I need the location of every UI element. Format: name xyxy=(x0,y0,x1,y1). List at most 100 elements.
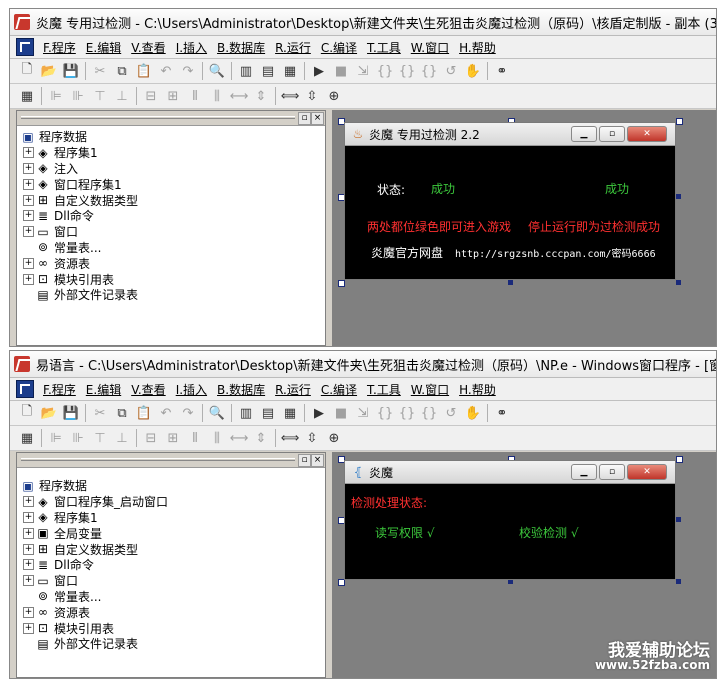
binoculars-icon[interactable]: ⚭ xyxy=(494,405,510,421)
grid-icon[interactable]: ▦ xyxy=(19,88,35,104)
maximize-button[interactable]: ▫ xyxy=(599,464,625,480)
tree-expander[interactable]: + xyxy=(23,273,34,285)
tree-expander[interactable]: + xyxy=(23,178,34,190)
tree-node[interactable]: + ◈ 程序集1 xyxy=(21,145,325,161)
maximize-button[interactable]: ▫ xyxy=(599,126,625,142)
form-title-bar[interactable]: ♨ 炎魔 专用过检测 2.2 ▁ ▫ ✕ xyxy=(345,123,675,146)
new-file-icon[interactable]: 🗋 xyxy=(19,404,35,421)
tree-expander[interactable]: + xyxy=(23,210,34,222)
menu-insert[interactable]: I.插入 xyxy=(171,381,212,398)
layout3-icon[interactable]: ▦ xyxy=(282,405,298,421)
tree-node[interactable]: + ◈ 程序集1 xyxy=(21,510,325,526)
pane-close-icon[interactable]: × xyxy=(311,112,324,125)
tree-node[interactable]: + ▣ 全局变量 xyxy=(21,525,325,541)
same-width-icon[interactable]: ⫴ xyxy=(187,430,203,446)
menu-run[interactable]: R.运行 xyxy=(270,381,316,398)
align-left-icon[interactable]: ⊫ xyxy=(48,88,64,104)
menu-edit[interactable]: E.编辑 xyxy=(81,381,126,398)
space-h-icon[interactable]: ⟷ xyxy=(230,430,249,446)
tree-root[interactable]: ▣ 程序数据 xyxy=(21,129,325,145)
run-icon[interactable]: ▶ xyxy=(311,63,327,79)
site-url[interactable]: http://srgzsnb.cccpan.com/密码6666 xyxy=(455,245,656,260)
height-icon[interactable]: ⇳ xyxy=(304,88,320,104)
tree-expander[interactable]: + xyxy=(23,622,34,634)
align-right-icon[interactable]: ⊪ xyxy=(70,88,86,104)
form-title-bar[interactable]: ⦃ 炎魔 ▁ ▫ ✕ xyxy=(345,461,675,484)
layout2-icon[interactable]: ▤ xyxy=(260,405,276,421)
width-icon[interactable]: ⟺ xyxy=(281,430,300,446)
run-icon[interactable]: ▶ xyxy=(311,405,327,421)
new-file-icon[interactable]: 🗋 xyxy=(19,62,35,79)
resize-handle[interactable] xyxy=(676,194,681,199)
minimize-button[interactable]: ▁ xyxy=(571,126,597,142)
tree-expander[interactable]: + xyxy=(23,162,34,174)
tree-node[interactable]: + ∞ 资源表 xyxy=(21,604,325,620)
menu-view[interactable]: V.查看 xyxy=(126,39,170,56)
tree-expander[interactable]: + xyxy=(23,559,34,571)
tree-expander[interactable]: + xyxy=(23,527,34,539)
pane-close-icon[interactable]: × xyxy=(311,454,324,467)
menu-logo-icon[interactable] xyxy=(16,380,34,398)
step-back-icon[interactable]: ↺ xyxy=(443,405,459,421)
menu-run[interactable]: R.运行 xyxy=(270,39,316,56)
title-bar[interactable]: 易语言 - C:\Users\Administrator\Desktop\新建文… xyxy=(10,351,716,378)
design-canvas[interactable]: ⦃ 炎魔 ▁ ▫ ✕ 检测处理状态: 读写权限 √ 校验检测 √ 我爱辅助论坛 … xyxy=(332,452,716,678)
resize-handle[interactable] xyxy=(338,579,345,586)
pane-restore-icon[interactable]: ▫ xyxy=(298,454,311,467)
menu-help[interactable]: H.帮助 xyxy=(454,39,501,56)
space-v-icon[interactable]: ⇕ xyxy=(253,430,269,446)
redo-icon[interactable]: ↷ xyxy=(180,405,196,421)
same-height-icon[interactable]: ⫼ xyxy=(209,430,225,446)
step-over-icon[interactable]: {} xyxy=(421,63,438,79)
tree-expander[interactable]: + xyxy=(23,511,34,523)
menu-insert[interactable]: I.插入 xyxy=(171,39,212,56)
tree-node[interactable]: + ∞ 资源表 xyxy=(21,255,325,271)
minimize-button[interactable]: ▁ xyxy=(571,464,597,480)
space-v-icon[interactable]: ⇕ xyxy=(253,88,269,104)
open-folder-icon[interactable]: 📂 xyxy=(41,405,57,421)
tree-node[interactable]: + ⊡ 模块引用表 xyxy=(21,620,325,636)
menu-database[interactable]: B.数据库 xyxy=(212,381,270,398)
paste-icon[interactable]: 📋 xyxy=(136,405,152,421)
menu-program[interactable]: F.程序 xyxy=(38,381,81,398)
tree-node[interactable]: + ≣ Dll命令 xyxy=(21,208,325,224)
center-h-icon[interactable]: ⊟ xyxy=(143,430,159,446)
menu-compile[interactable]: C.编译 xyxy=(316,381,362,398)
center-icon[interactable]: ⊕ xyxy=(326,430,342,446)
center-v-icon[interactable]: ⊞ xyxy=(165,430,181,446)
tree-node[interactable]: ⊚ 常量表... xyxy=(21,240,325,256)
resize-handle[interactable] xyxy=(508,280,513,285)
stop-icon[interactable]: ■ xyxy=(333,405,349,421)
resize-handle[interactable] xyxy=(676,280,681,285)
align-top-icon[interactable]: ⊤ xyxy=(92,430,108,446)
menu-database[interactable]: B.数据库 xyxy=(212,39,270,56)
tree-expander[interactable]: + xyxy=(23,257,34,269)
align-bottom-icon[interactable]: ⊥ xyxy=(114,430,130,446)
tree-node[interactable]: + ▭ 窗口 xyxy=(21,573,325,589)
resize-handle[interactable] xyxy=(338,280,345,287)
height-icon[interactable]: ⇳ xyxy=(304,430,320,446)
tree-node[interactable]: + ⊡ 模块引用表 xyxy=(21,271,325,287)
menu-edit[interactable]: E.编辑 xyxy=(81,39,126,56)
menu-help[interactable]: H.帮助 xyxy=(454,381,501,398)
pane-grip[interactable] xyxy=(21,458,295,461)
breakpoint-icon[interactable]: ✋ xyxy=(465,63,481,79)
step-back-icon[interactable]: ↺ xyxy=(443,63,459,79)
redo-icon[interactable]: ↷ xyxy=(180,63,196,79)
step-into-icon[interactable]: {} xyxy=(377,405,394,421)
copy-icon[interactable]: ⧉ xyxy=(114,63,130,79)
grid-icon[interactable]: ▦ xyxy=(19,430,35,446)
step-over-icon[interactable]: {} xyxy=(421,405,438,421)
resize-handle[interactable] xyxy=(676,456,683,463)
tree-expander[interactable]: + xyxy=(23,226,34,238)
center-icon[interactable]: ⊕ xyxy=(326,88,342,104)
tree-node[interactable]: + ◈ 窗口程序集_启动窗口 xyxy=(21,494,325,510)
undo-icon[interactable]: ↶ xyxy=(158,405,174,421)
step-out-icon[interactable]: {} xyxy=(399,405,416,421)
step-icon[interactable]: ⇲ xyxy=(355,405,371,421)
layout3-icon[interactable]: ▦ xyxy=(282,63,298,79)
tree-node[interactable]: + ≣ Dll命令 xyxy=(21,557,325,573)
step-into-icon[interactable]: {} xyxy=(377,63,394,79)
layout2-icon[interactable]: ▤ xyxy=(260,63,276,79)
tree-expander[interactable]: + xyxy=(23,543,34,555)
